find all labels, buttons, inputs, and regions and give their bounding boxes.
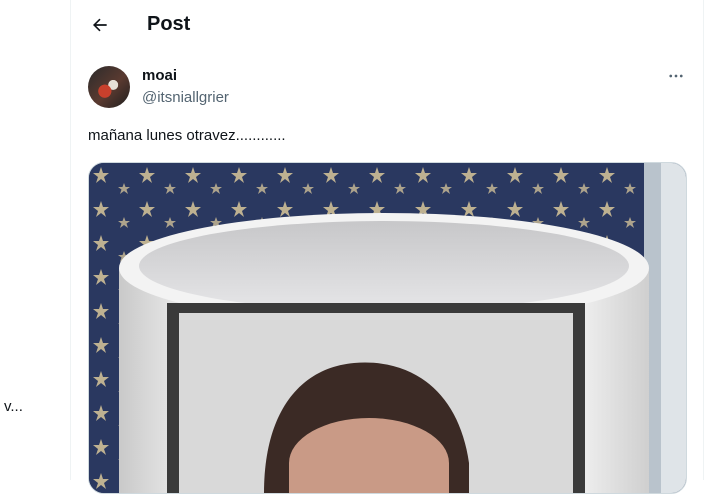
post-detail-column: Post moai @itsniallgrier mañana lunes ot… [70, 0, 704, 494]
back-button[interactable] [83, 8, 117, 42]
avatar[interactable] [88, 66, 130, 108]
more-horizontal-icon [669, 74, 683, 78]
page-title: Post [147, 13, 191, 35]
truncated-text: v... [4, 398, 23, 415]
author-name[interactable]: moai [142, 67, 177, 84]
more-options-button[interactable] [661, 64, 691, 88]
mug-photo [89, 163, 686, 493]
post-image[interactable] [88, 162, 687, 494]
author-handle[interactable]: @itsniallgrier [142, 89, 229, 106]
header: Post [71, 0, 703, 53]
post-text: mañana lunes otravez............ [88, 127, 286, 144]
left-column: v... [0, 0, 70, 480]
arrow-left-icon [93, 18, 107, 32]
